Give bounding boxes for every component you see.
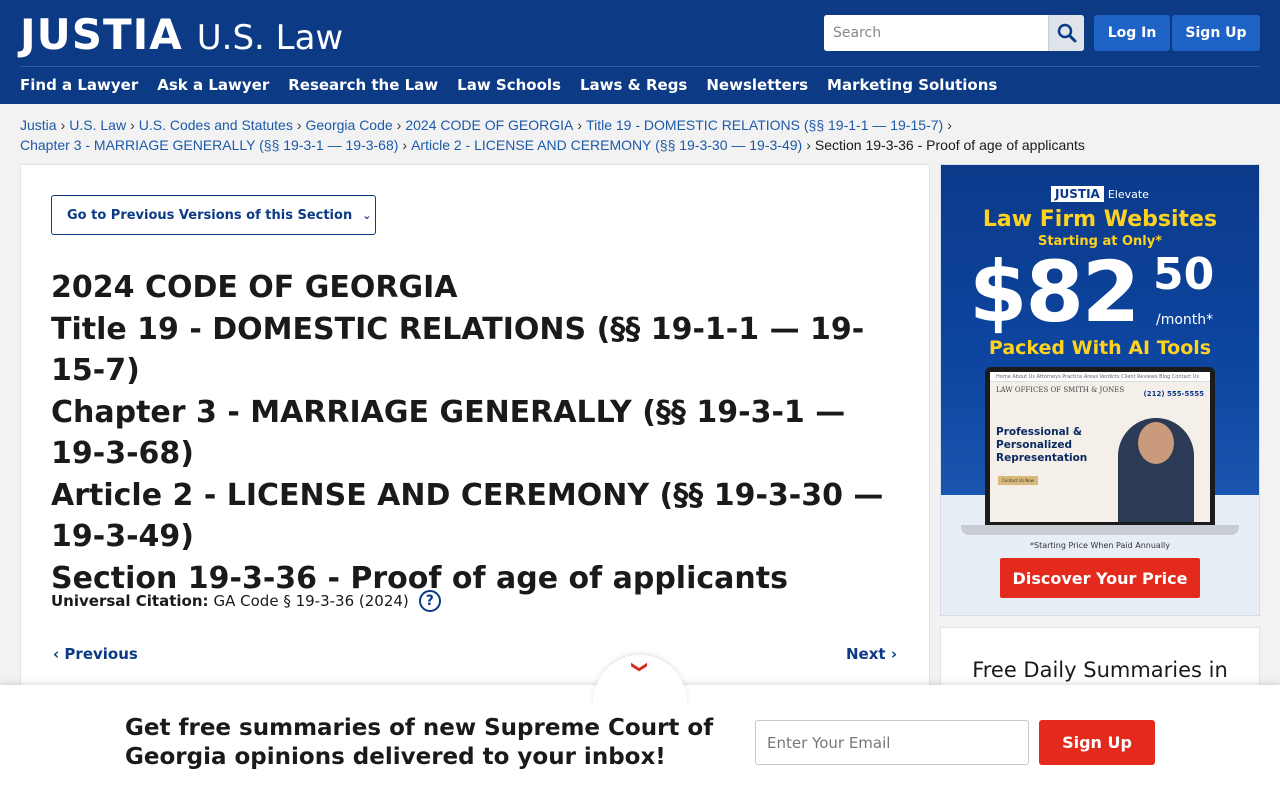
ad-price-cents: 50 — [1153, 249, 1215, 300]
attorney-head — [1138, 422, 1174, 464]
breadcrumb-separator: › — [577, 117, 583, 133]
ad-brand: JUSTIA Elevate — [941, 186, 1259, 202]
signup-button[interactable]: Sign Up — [1172, 15, 1260, 51]
search-button[interactable] — [1048, 15, 1084, 51]
code-title: 2024 CODE OF GEORGIA — [51, 270, 458, 305]
email-field[interactable] — [755, 720, 1029, 765]
search-box — [824, 15, 1084, 51]
breadcrumb-link[interactable]: Georgia Code — [306, 117, 393, 133]
breadcrumb-link[interactable]: Chapter 3 - MARRIAGE GENERALLY (§§ 19-3-… — [20, 137, 398, 153]
nav-law-schools[interactable]: Law Schools — [457, 76, 561, 94]
breadcrumb-link[interactable]: Justia — [20, 117, 57, 133]
login-button[interactable]: Log In — [1094, 15, 1170, 51]
chevron-left-icon: ‹ — [53, 645, 60, 663]
discover-price-button[interactable]: Discover Your Price — [1000, 558, 1200, 598]
ad-headline: Law Firm Websites — [982, 207, 1218, 232]
breadcrumb-separator: › — [402, 137, 408, 153]
breadcrumb-separator: › — [806, 137, 811, 153]
citation-value: GA Code § 19-3-36 (2024) — [213, 592, 409, 610]
screen-button: Contact Us Now — [998, 476, 1038, 485]
breadcrumb-link[interactable]: U.S. Codes and Statutes — [139, 117, 293, 133]
ad-brand-sub: Elevate — [1107, 188, 1149, 201]
previous-label: Previous — [64, 645, 138, 663]
article-heading: Article 2 - LICENSE AND CEREMONY (§§ 19-… — [51, 477, 884, 555]
ad-price: $82 — [969, 243, 1140, 341]
breadcrumb-separator: › — [947, 117, 952, 133]
breadcrumb-separator: › — [396, 117, 402, 133]
ad-brand-logo: JUSTIA — [1051, 186, 1104, 202]
screen-firm: LAW OFFICES OF SMITH & JONES — [996, 386, 1125, 394]
nav-research-the-law[interactable]: Research the Law — [288, 76, 438, 94]
site-header: JUSTIA U.S. Law Log In Sign Up Find a La… — [0, 0, 1280, 104]
citation-label: Universal Citation: — [51, 592, 209, 610]
previous-link[interactable]: ‹ Previous — [53, 645, 138, 663]
header-divider — [20, 66, 1260, 67]
laptop-image: Home About Us Attorneys Practice Areas V… — [985, 367, 1215, 525]
ad-note: *Starting Price When Paid Annually — [1029, 541, 1170, 550]
page-title: 2024 CODE OF GEORGIA Title 19 - DOMESTIC… — [51, 267, 891, 599]
next-label: Next — [846, 645, 886, 663]
chevron-down-icon[interactable]: ❯ — [631, 657, 650, 677]
advertisement[interactable]: JUSTIA Elevate Law Firm Websites Starting… — [940, 164, 1260, 616]
universal-citation: Universal Citation: GA Code § 19-3-36 (2… — [51, 590, 441, 612]
daily-summaries-title: Free Daily Summaries in — [972, 658, 1228, 682]
nav-find-a-lawyer[interactable]: Find a Lawyer — [20, 76, 138, 94]
previous-versions-label: Go to Previous Versions of this Section — [67, 207, 353, 223]
breadcrumb-link[interactable]: Article 2 - LICENSE AND CEREMONY (§§ 19-… — [411, 137, 802, 153]
banner-signup-button[interactable]: Sign Up — [1039, 720, 1155, 765]
main-content: Go to Previous Versions of this Section … — [20, 164, 930, 724]
next-link[interactable]: Next › — [846, 645, 897, 663]
breadcrumb: Justia › U.S. Law › U.S. Codes and Statutes ›… — [20, 115, 1260, 155]
laptop-screen: Home About Us Attorneys Practice Areas V… — [990, 372, 1210, 522]
screen-phone: (212) 555-5555 — [1143, 390, 1204, 398]
nav-ask-a-lawyer[interactable]: Ask a Lawyer — [157, 76, 269, 94]
breadcrumb-link[interactable]: U.S. Law — [69, 117, 126, 133]
chapter-heading: Chapter 3 - MARRIAGE GENERALLY (§§ 19-3-… — [51, 394, 846, 472]
nav-laws-regs[interactable]: Laws & Regs — [580, 76, 687, 94]
main-nav: Find a Lawyer Ask a Lawyer Research the … — [20, 76, 997, 94]
ad-packed: Packed With AI Tools — [988, 337, 1212, 359]
ad-price-period: /month* — [1156, 312, 1214, 328]
banner-text: Get free summaries of new Supreme Court … — [125, 715, 714, 770]
search-input[interactable] — [824, 15, 1048, 51]
previous-versions-dropdown[interactable]: Go to Previous Versions of this Section … — [51, 195, 376, 235]
help-icon[interactable]: ? — [418, 590, 441, 612]
breadcrumb-separator: › — [130, 117, 135, 133]
breadcrumb-separator: › — [296, 117, 302, 133]
screen-text: Professional & Personalized Representati… — [996, 426, 1088, 464]
nav-newsletters[interactable]: Newsletters — [706, 76, 808, 94]
logo-main[interactable]: JUSTIA — [20, 10, 183, 59]
laptop-base — [961, 525, 1239, 535]
justia-logo[interactable]: JUSTIA U.S. Law — [20, 10, 343, 59]
chevron-down-icon: ⌄ — [362, 208, 372, 222]
logo-sub[interactable]: U.S. Law — [197, 18, 343, 58]
nav-marketing-solutions[interactable]: Marketing Solutions — [827, 76, 997, 94]
search-icon — [1057, 23, 1076, 43]
breadcrumb-link[interactable]: Title 19 - DOMESTIC RELATIONS (§§ 19-1-1… — [586, 117, 943, 133]
title-heading: Title 19 - DOMESTIC RELATIONS (§§ 19-1-1… — [51, 311, 865, 389]
breadcrumb-link[interactable]: 2024 CODE OF GEORGIA — [405, 117, 573, 133]
chevron-right-icon: › — [890, 645, 897, 663]
screen-nav: Home About Us Attorneys Practice Areas V… — [990, 372, 1210, 382]
breadcrumb-separator: › — [60, 117, 66, 133]
breadcrumb-current: Section 19-3-36 - Proof of age of applic… — [814, 137, 1085, 153]
